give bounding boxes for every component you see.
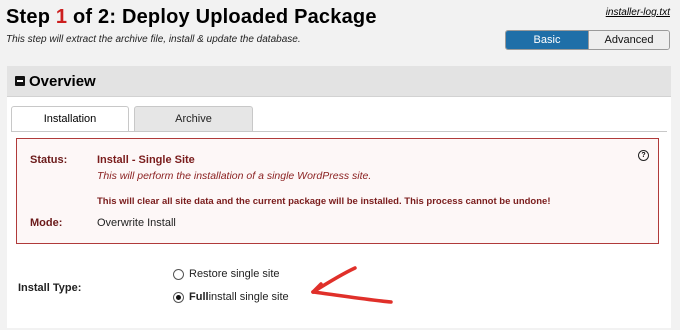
full-install-option[interactable]: Full install single site	[173, 291, 289, 303]
advanced-mode-button[interactable]: Advanced	[588, 31, 669, 49]
restore-radio[interactable]	[173, 268, 184, 280]
page-header: Step 1 of 2: Deploy Uploaded Package Thi…	[6, 6, 672, 50]
full-option-label: install single site	[208, 291, 289, 303]
page-subtitle: This step will extract the archive file,…	[6, 34, 301, 45]
install-type-label: Install Type:	[18, 282, 82, 294]
minus-square-icon[interactable]	[15, 76, 25, 86]
status-description: This will perform the installation of a …	[97, 170, 372, 182]
question-circle-icon[interactable]: ?	[638, 150, 649, 161]
step-number: 1	[55, 6, 68, 28]
title-prefix: Step	[6, 6, 56, 28]
page-title: Step 1 of 2: Deploy Uploaded Package	[6, 6, 377, 29]
overview-panel: Overview Installation Archive ? Status: …	[7, 66, 671, 328]
status-label: Status:	[30, 154, 68, 166]
tab-archive[interactable]: Archive	[134, 106, 253, 131]
hand-drawn-arrow-icon	[311, 266, 393, 304]
warning-message: This will clear all site data and the cu…	[97, 196, 551, 207]
mode-label: Mode:	[30, 217, 63, 229]
restore-option-label: Restore single site	[189, 268, 280, 280]
installer-log-link[interactable]: installer-log.txt	[606, 7, 670, 18]
basic-mode-button[interactable]: Basic	[506, 31, 588, 49]
overview-header[interactable]: Overview	[7, 66, 671, 97]
mode-toggle: Basic Advanced	[505, 30, 670, 50]
full-install-radio[interactable]	[173, 291, 184, 303]
status-box: ? Status: Install - Single Site This wil…	[16, 138, 659, 244]
status-value: Install - Single Site	[97, 154, 195, 166]
tab-installation[interactable]: Installation	[11, 106, 129, 132]
mode-value: Overwrite Install	[97, 217, 176, 229]
tab-divider	[11, 131, 667, 132]
full-option-bold: Full	[189, 291, 209, 303]
overview-title: Overview	[29, 72, 96, 90]
restore-single-site-option[interactable]: Restore single site	[173, 268, 280, 280]
title-suffix: of 2: Deploy Uploaded Package	[67, 6, 377, 28]
